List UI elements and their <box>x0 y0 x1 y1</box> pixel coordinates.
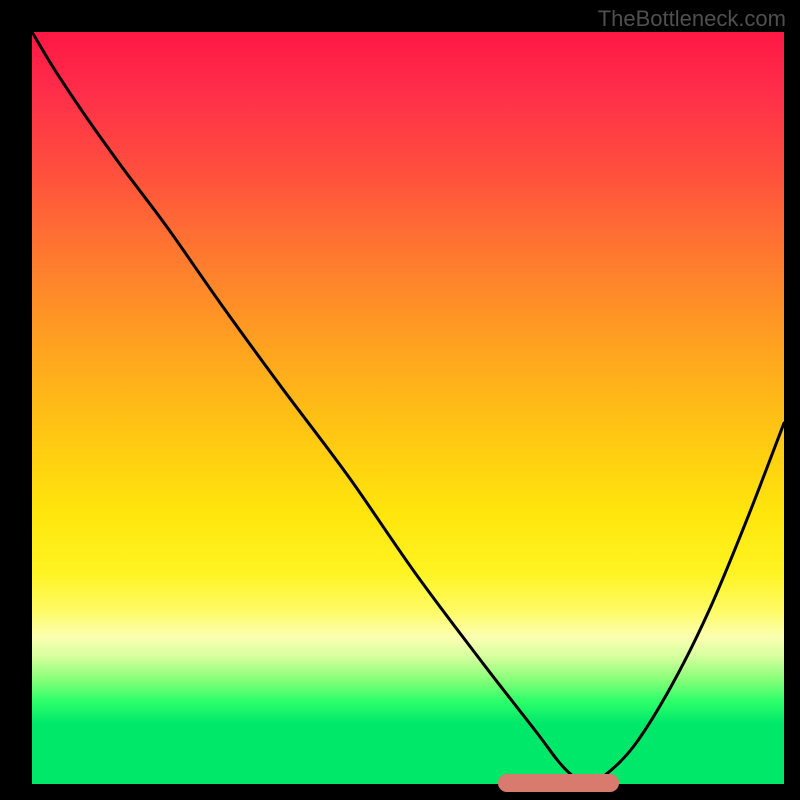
bottleneck-curve-svg <box>32 32 784 784</box>
bottleneck-curve-path <box>32 32 784 784</box>
attribution-text: TheBottleneck.com <box>598 6 786 32</box>
chart-plot-area <box>32 32 784 784</box>
optimal-range-marker <box>498 774 618 792</box>
